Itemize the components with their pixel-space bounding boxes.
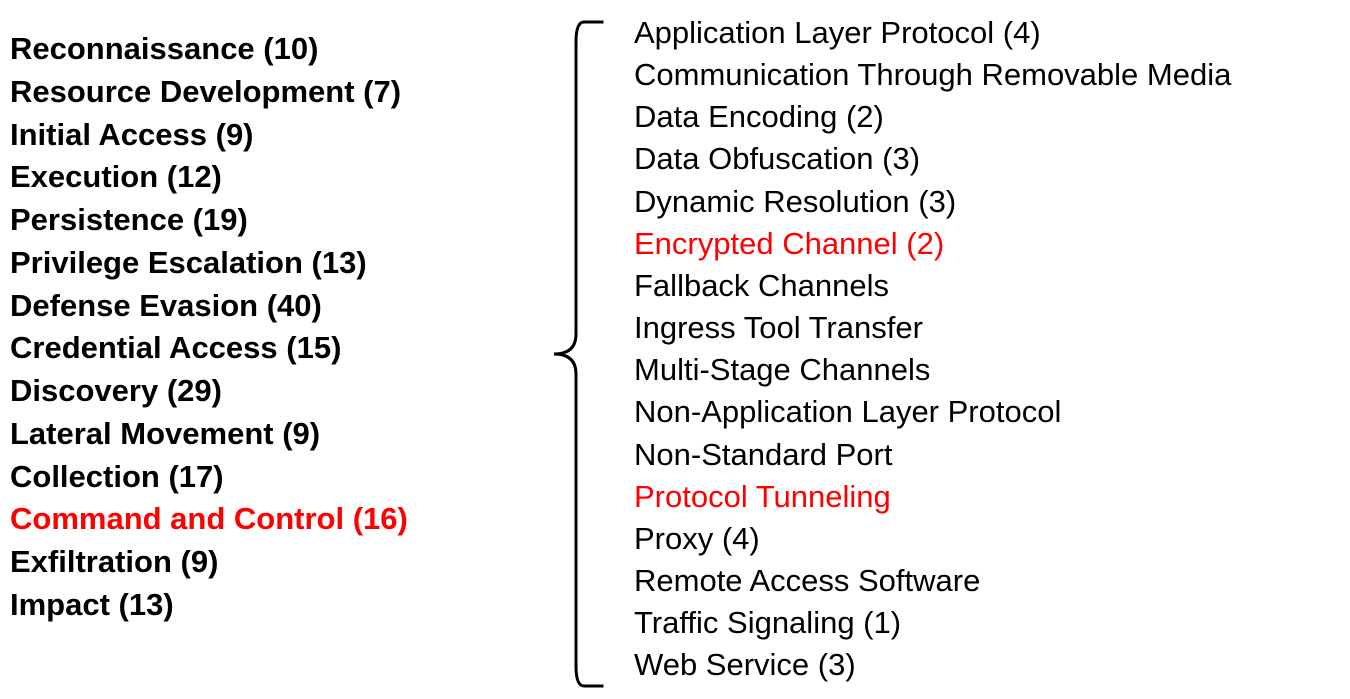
- tactic-item: Exfiltration (9): [10, 541, 540, 584]
- technique-item: Non-Application Layer Protocol: [634, 391, 1231, 433]
- tactic-item: Resource Development (7): [10, 71, 540, 114]
- tactic-item: Privilege Escalation (13): [10, 242, 540, 285]
- technique-item: Fallback Channels: [634, 265, 1231, 307]
- tactic-item: Execution (12): [10, 156, 540, 199]
- techniques-column: Application Layer Protocol (4) Communica…: [620, 10, 1231, 687]
- tactic-item: Discovery (29): [10, 370, 540, 413]
- technique-item: Communication Through Removable Media: [634, 54, 1231, 96]
- tactic-item: Persistence (19): [10, 199, 540, 242]
- technique-item-highlighted: Protocol Tunneling: [634, 476, 1231, 518]
- technique-item: Application Layer Protocol (4): [634, 12, 1231, 54]
- tactic-item: Defense Evasion (40): [10, 285, 540, 328]
- technique-item: Data Obfuscation (3): [634, 138, 1231, 180]
- tactic-item: Lateral Movement (9): [10, 413, 540, 456]
- technique-item-highlighted: Encrypted Channel (2): [634, 223, 1231, 265]
- tactic-item: Collection (17): [10, 456, 540, 499]
- technique-item: Proxy (4): [634, 518, 1231, 560]
- technique-item: Non-Standard Port: [634, 434, 1231, 476]
- technique-item: Data Encoding (2): [634, 96, 1231, 138]
- tactic-item: Credential Access (15): [10, 327, 540, 370]
- curly-bracket-icon: [540, 10, 620, 694]
- tactic-item-selected: Command and Control (16): [10, 498, 540, 541]
- technique-item: Remote Access Software: [634, 560, 1231, 602]
- technique-item: Multi-Stage Channels: [634, 349, 1231, 391]
- technique-item: Dynamic Resolution (3): [634, 181, 1231, 223]
- technique-item: Ingress Tool Transfer: [634, 307, 1231, 349]
- diagram-container: Reconnaissance (10) Resource Development…: [0, 0, 1350, 699]
- tactic-item: Reconnaissance (10): [10, 28, 540, 71]
- tactics-column: Reconnaissance (10) Resource Development…: [10, 10, 540, 627]
- technique-item: Web Service (3): [634, 644, 1231, 686]
- tactic-item: Initial Access (9): [10, 114, 540, 157]
- tactic-item: Impact (13): [10, 584, 540, 627]
- technique-item: Traffic Signaling (1): [634, 602, 1231, 644]
